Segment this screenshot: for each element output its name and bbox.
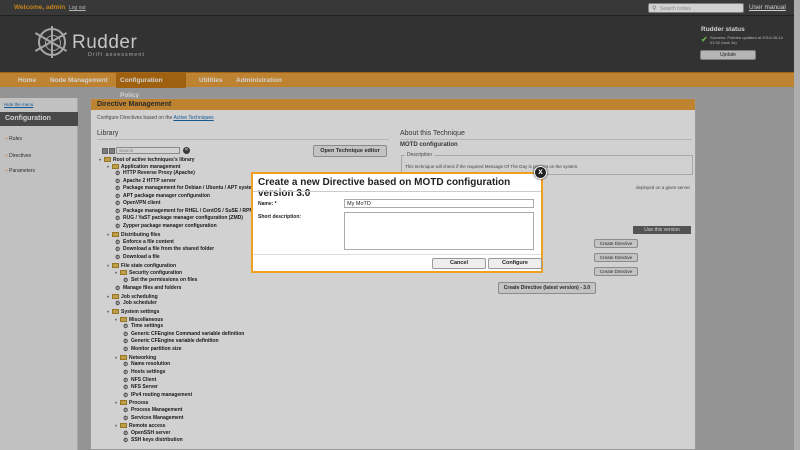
directive-name-input[interactable]	[344, 199, 534, 208]
name-label: Name: *	[258, 201, 277, 207]
short-description-label: Short description:	[258, 214, 302, 220]
divider	[253, 191, 541, 192]
create-directive-dialog: Create a new Directive based on MOTD con…	[251, 172, 543, 273]
dialog-title: Create a new Directive based on MOTD con…	[258, 177, 511, 199]
configure-button[interactable]: Configure	[488, 258, 542, 269]
close-icon[interactable]: x	[534, 166, 547, 179]
short-description-input[interactable]	[344, 212, 534, 250]
cancel-button[interactable]: Cancel	[432, 258, 486, 269]
